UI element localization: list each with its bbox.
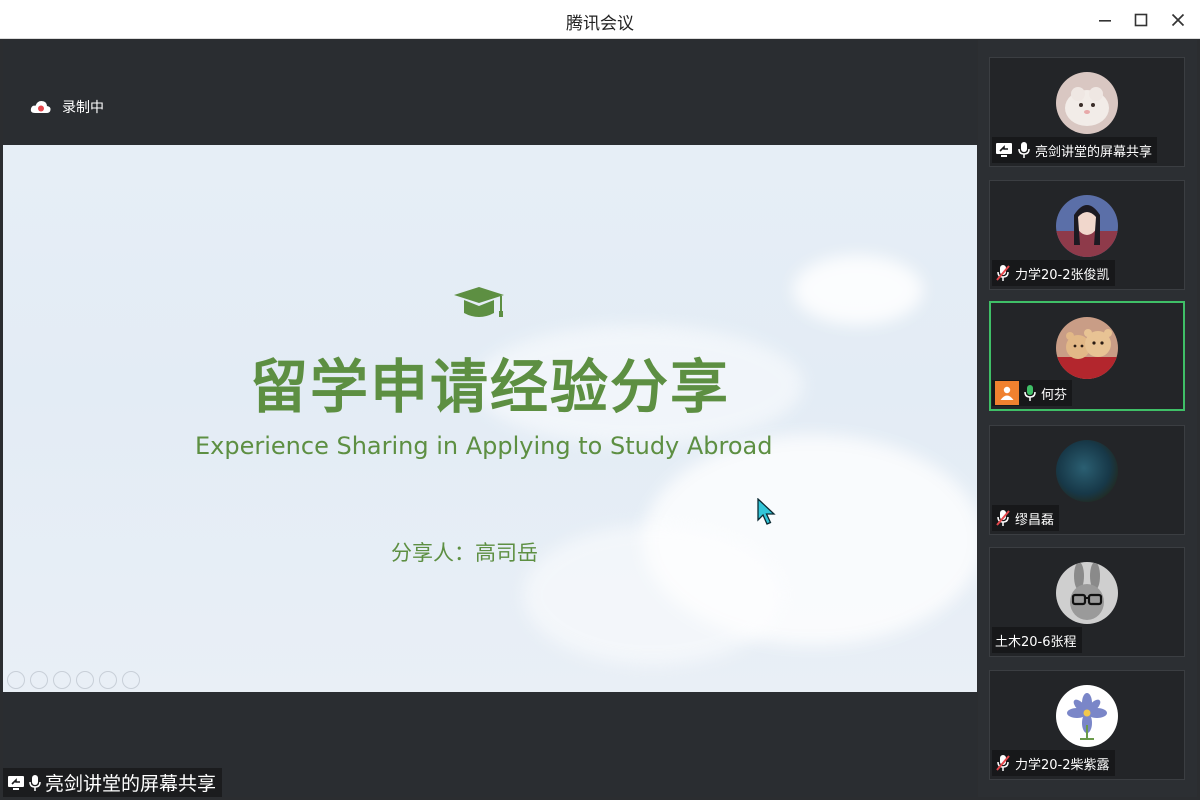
avatar	[1056, 317, 1118, 379]
title-bar: 腾讯会议	[0, 0, 1200, 39]
participant-nametag: 何芬	[992, 380, 1073, 406]
recording-indicator[interactable]: 录制中	[30, 97, 104, 117]
participant-name: 土木20-6张程	[995, 634, 1077, 650]
avatar	[1056, 72, 1118, 134]
previous-slide-button[interactable]	[7, 671, 25, 689]
next-slide-button[interactable]	[30, 671, 48, 689]
participant-tile-active[interactable]: 何芬	[989, 301, 1185, 411]
screen-share-label: 亮剑讲堂的屏幕共享	[3, 768, 223, 797]
close-icon	[1171, 13, 1185, 27]
participant-nametag: 力学20-2柴紫露	[992, 750, 1115, 776]
window-title: 腾讯会议	[566, 14, 634, 34]
screen-share-name: 亮剑讲堂的屏幕共享	[45, 773, 217, 795]
screen-share-icon	[996, 143, 1012, 157]
participant-nametag: 缪昌磊	[992, 505, 1060, 531]
cloud-decoration	[523, 525, 783, 665]
avatar	[1056, 440, 1118, 502]
recording-label: 录制中	[62, 100, 104, 116]
microphone-muted-icon	[996, 755, 1010, 771]
microphone-muted-icon	[996, 265, 1010, 281]
slide-title: 留学申请经验分享	[249, 353, 730, 421]
participant-tile[interactable]: 缪昌磊	[989, 425, 1185, 535]
participant-tile[interactable]: 亮剑讲堂的屏幕共享	[989, 57, 1185, 167]
participant-nametag: 力学20-2张俊凯	[992, 260, 1115, 286]
participant-nametag: 土木20-6张程	[992, 627, 1082, 653]
shared-screen-area: 录制中 留学申请经验分享 Experience Sharing in Apply…	[3, 40, 977, 797]
mouse-cursor-icon	[757, 498, 776, 525]
participant-tile[interactable]: 力学20-2张俊凯	[989, 180, 1185, 290]
presentation-slide: 留学申请经验分享 Experience Sharing in Applying …	[3, 145, 977, 692]
minimize-button[interactable]	[1091, 6, 1119, 34]
participant-name: 力学20-2柴紫露	[1015, 757, 1110, 773]
meeting-window: 腾讯会议 录制中 留学申请经验分享 Experience Sharing in …	[0, 0, 1200, 800]
maximize-icon	[1134, 13, 1148, 27]
close-button[interactable]	[1164, 6, 1192, 34]
person-icon	[1000, 386, 1014, 400]
copy-button[interactable]	[76, 671, 94, 689]
cloud-record-icon	[30, 101, 51, 113]
participant-name: 亮剑讲堂的屏幕共享	[1035, 144, 1153, 160]
minimize-icon	[1099, 20, 1111, 22]
graduation-cap-icon	[454, 287, 504, 317]
host-badge	[995, 381, 1019, 405]
avatar	[1056, 195, 1118, 257]
screen-share-icon	[8, 775, 24, 790]
participant-name: 何芬	[1041, 387, 1068, 403]
avatar	[1056, 562, 1118, 624]
cloud-decoration	[793, 255, 923, 325]
participant-name: 力学20-2张俊凯	[1015, 267, 1110, 283]
microphone-active-icon	[1024, 385, 1036, 401]
avatar	[1056, 685, 1118, 747]
participant-sidebar: 亮剑讲堂的屏幕共享 力学20-2张俊凯 何芬 缪昌磊 土木20-6张程 力学20…	[978, 40, 1197, 797]
microphone-muted-icon	[996, 510, 1010, 526]
pen-tool-button[interactable]	[53, 671, 71, 689]
slide-presenter: 分享人：高司岳	[391, 541, 538, 565]
zoom-button[interactable]	[99, 671, 117, 689]
maximize-button[interactable]	[1127, 6, 1155, 34]
slide-subtitle: Experience Sharing in Applying to Study …	[195, 432, 773, 460]
more-options-button[interactable]	[122, 671, 140, 689]
participant-tile[interactable]: 土木20-6张程	[989, 547, 1185, 657]
microphone-icon	[1018, 142, 1030, 158]
microphone-icon	[29, 774, 41, 791]
slide-toolbar	[7, 671, 140, 689]
participant-name: 缪昌磊	[1015, 512, 1055, 528]
participant-tile[interactable]: 力学20-2柴紫露	[989, 670, 1185, 780]
participant-nametag: 亮剑讲堂的屏幕共享	[992, 137, 1158, 163]
